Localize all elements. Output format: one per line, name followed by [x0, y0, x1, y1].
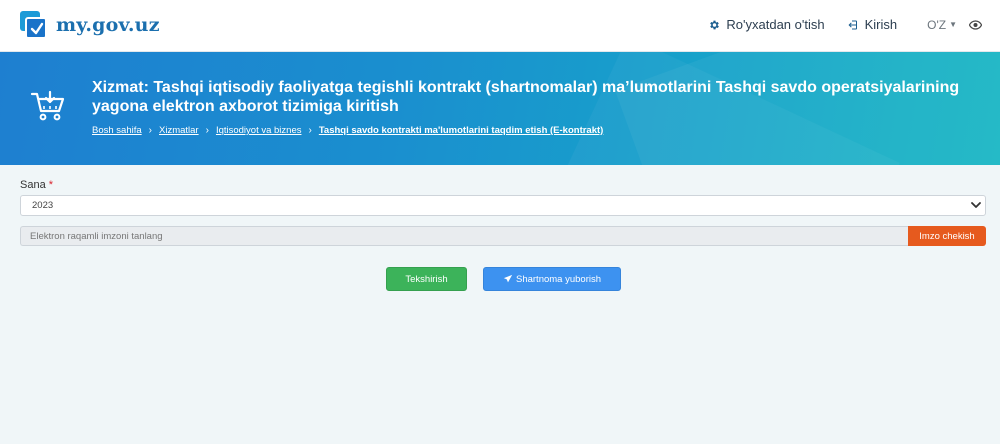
- language-label: O'Z: [927, 17, 947, 32]
- send-contract-label: Shartnoma yuborish: [515, 273, 602, 285]
- caret-down-icon: ▼: [949, 20, 957, 29]
- check-button[interactable]: Tekshirish: [386, 267, 467, 291]
- sign-in-icon: [847, 19, 859, 31]
- breadcrumb-home[interactable]: Bosh sahifa: [92, 125, 142, 136]
- login-label: Kirish: [864, 17, 898, 32]
- signature-select-field[interactable]: Elektron raqamli imzoni tanlang: [20, 226, 908, 246]
- gear-icon: [708, 19, 720, 31]
- date-label-text: Sana: [20, 179, 46, 191]
- language-selector[interactable]: O'Z ▼: [927, 18, 957, 32]
- date-label: Sana *: [20, 179, 53, 191]
- register-label: Ro'yxatdan o'tish: [726, 17, 825, 32]
- chevron-right-icon: ›: [205, 125, 209, 136]
- chevron-right-icon: ›: [308, 125, 312, 136]
- page-title: Xizmat: Tashqi iqtisodiy faoliyatga tegi…: [92, 79, 960, 115]
- sign-button[interactable]: Imzo chekish: [908, 226, 986, 246]
- chevron-down-icon: [967, 202, 985, 209]
- date-select-value: 2023: [32, 200, 54, 211]
- paper-plane-icon: [503, 274, 513, 284]
- breadcrumb-current[interactable]: Tashqi savdo kontrakti ma'lumotlarini ta…: [319, 125, 604, 136]
- checkbox-logo-icon: [20, 11, 48, 39]
- signature-placeholder: Elektron raqamli imzoni tanlang: [30, 230, 163, 242]
- required-mark: *: [48, 179, 54, 191]
- top-header: my.gov.uz Ro'yxatdan o'tish Kirish O'Z ▼: [0, 0, 1000, 52]
- breadcrumb-economy[interactable]: Iqtisodiyot va biznes: [216, 125, 302, 136]
- breadcrumb-services[interactable]: Xizmatlar: [159, 125, 199, 136]
- chevron-right-icon: ›: [148, 125, 152, 136]
- shopping-cart-icon: [30, 88, 66, 124]
- service-banner: Xizmat: Tashqi iqtisodiy faoliyatga tegi…: [0, 52, 1000, 165]
- site-logo[interactable]: my.gov.uz: [20, 10, 160, 40]
- date-select[interactable]: 2023: [20, 195, 986, 216]
- logo-text: my.gov.uz: [56, 14, 160, 36]
- header-nav: Ro'yxatdan o'tish Kirish O'Z ▼: [686, 17, 982, 32]
- register-link[interactable]: Ro'yxatdan o'tish: [708, 17, 825, 32]
- send-contract-button[interactable]: Shartnoma yuborish: [483, 267, 621, 291]
- signature-group: Elektron raqamli imzoni tanlang Imzo che…: [20, 226, 986, 246]
- eye-icon[interactable]: [969, 19, 982, 30]
- breadcrumb: Bosh sahifa › Xizmatlar › Iqtisodiyot va…: [92, 125, 603, 136]
- login-link[interactable]: Kirish: [847, 17, 898, 32]
